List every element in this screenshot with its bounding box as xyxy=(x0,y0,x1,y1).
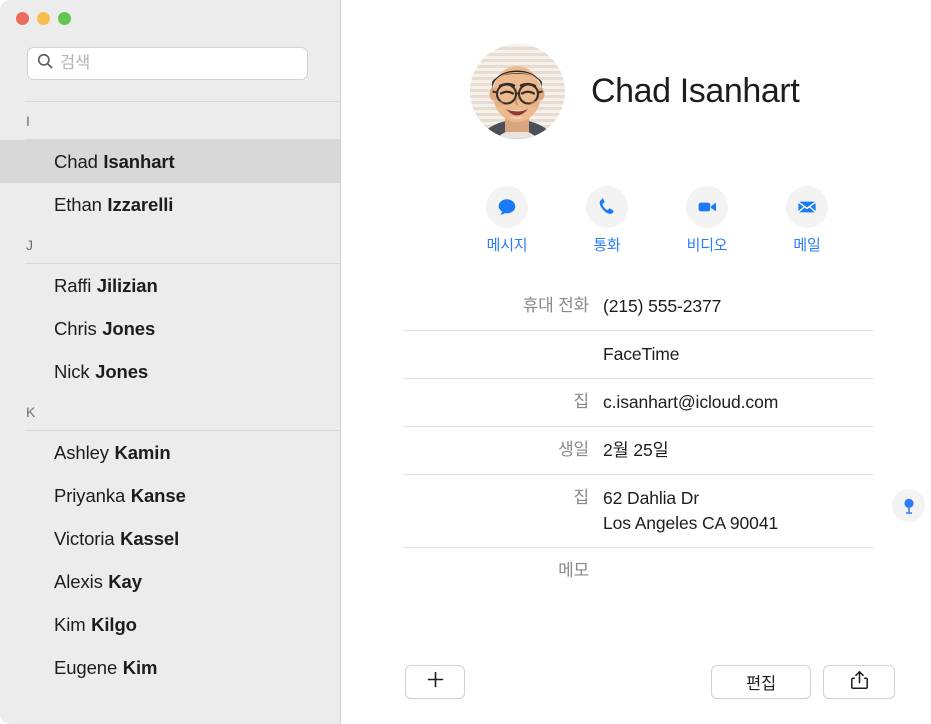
contact-list-item[interactable]: Raffi Jilizian xyxy=(0,264,340,307)
contact-first-name: Priyanka xyxy=(54,484,126,506)
action-label: 비디오 xyxy=(686,237,728,254)
bottom-toolbar: 편집 xyxy=(341,665,931,701)
contact-last-name: Izzarelli xyxy=(107,193,174,215)
avatar[interactable] xyxy=(470,44,565,139)
field-value: (215) 555-2377 xyxy=(603,294,873,319)
contact-list[interactable]: I Chad Isanhart Ethan Izzarelli J Raffi Jilizia… xyxy=(0,102,340,724)
contact-first-name: Kim xyxy=(54,613,86,635)
quick-actions: 메시지 통화 비디오 메일 xyxy=(457,186,857,255)
window-controls xyxy=(16,12,71,25)
field-row[interactable]: FaceTime xyxy=(403,330,873,378)
field-value-line: c.isanhart@icloud.com xyxy=(603,392,779,412)
edit-button-label: 편집 xyxy=(746,675,776,693)
field-value-line: 62 Dahlia Dr xyxy=(603,488,700,508)
minimize-button[interactable] xyxy=(37,12,50,25)
contact-first-name: Ethan xyxy=(54,193,102,215)
contact-first-name: Ashley xyxy=(54,441,109,463)
contact-list-item[interactable]: Chad Isanhart xyxy=(0,140,340,183)
notes-row[interactable]: 메모 xyxy=(403,547,873,594)
contact-card-header: Chad Isanhart xyxy=(470,44,800,139)
plus-icon xyxy=(426,670,445,694)
share-icon xyxy=(850,670,869,695)
envelope-icon xyxy=(786,186,828,228)
contact-list-item[interactable]: Victoria Kassel xyxy=(0,517,340,560)
field-value-line: (215) 555-2377 xyxy=(603,296,722,316)
contact-last-name: Jones xyxy=(95,360,149,382)
contact-last-name: Isanhart xyxy=(103,150,175,172)
search-input[interactable] xyxy=(60,54,298,73)
video-camera-icon xyxy=(686,186,728,228)
action-envelope[interactable]: 메일 xyxy=(757,186,857,255)
action-label: 통화 xyxy=(593,237,621,254)
search-field-wrapper xyxy=(27,47,308,80)
section-letter: I xyxy=(26,113,30,129)
field-value-line: 2월 25일 xyxy=(603,440,669,460)
contact-last-name: Jilizian xyxy=(96,274,158,296)
share-button[interactable] xyxy=(823,665,895,699)
contact-list-item[interactable]: Nick Jones xyxy=(0,350,340,393)
field-value: 62 Dahlia Dr Los Angeles CA 90041 xyxy=(603,486,873,536)
contact-first-name: Victoria xyxy=(54,527,115,549)
field-row[interactable]: 집 62 Dahlia Dr Los Angeles CA 90041 xyxy=(403,474,925,547)
field-value: 2월 25일 xyxy=(603,438,873,463)
section-letter: K xyxy=(26,404,36,420)
contact-fields: 휴대 전화 (215) 555-2377 FaceTime 집 c.isanhart@i… xyxy=(403,283,925,594)
contact-last-name: Kay xyxy=(108,570,142,592)
section-header-k: K xyxy=(0,393,340,431)
section-header-i: I xyxy=(0,102,340,140)
search-icon xyxy=(37,53,53,74)
contact-first-name: Chris xyxy=(54,317,97,339)
field-row[interactable]: 집 c.isanhart@icloud.com xyxy=(403,378,873,426)
contact-first-name: Nick xyxy=(54,360,90,382)
contact-first-name: Chad xyxy=(54,150,98,172)
field-label: 집 xyxy=(573,488,590,507)
notes-label: 메모 xyxy=(558,561,589,580)
section-letter: J xyxy=(26,237,33,253)
add-contact-button[interactable] xyxy=(405,665,465,699)
field-row[interactable]: 생일 2월 25일 xyxy=(403,426,873,474)
action-message-bubble[interactable]: 메시지 xyxy=(457,186,557,255)
action-video-camera[interactable]: 비디오 xyxy=(657,186,757,255)
contact-first-name: Raffi xyxy=(54,274,92,296)
contact-first-name: Eugene xyxy=(54,656,118,678)
contact-list-item[interactable]: Chris Jones xyxy=(0,307,340,350)
contact-last-name: Kanse xyxy=(130,484,186,506)
search-field[interactable] xyxy=(27,47,308,80)
contact-last-name: Kassel xyxy=(120,527,180,549)
contact-photo-icon xyxy=(477,66,557,139)
message-bubble-icon xyxy=(486,186,528,228)
field-row[interactable]: 휴대 전화 (215) 555-2377 xyxy=(403,283,873,330)
map-pin-button[interactable] xyxy=(892,489,925,522)
contact-list-item[interactable]: Eugene Kim xyxy=(0,646,340,689)
field-value-line: Los Angeles CA 90041 xyxy=(603,513,779,533)
zoom-button[interactable] xyxy=(58,12,71,25)
contact-list-item[interactable]: Ethan Izzarelli xyxy=(0,183,340,226)
contact-list-item[interactable]: Kim Kilgo xyxy=(0,603,340,646)
contact-list-item[interactable]: Alexis Kay xyxy=(0,560,340,603)
field-value: FaceTime xyxy=(603,342,873,367)
contact-detail-pane: Chad Isanhart 메시지 통화 비디오 메일 휴대 전화 (215) 555-… xyxy=(341,0,931,724)
contacts-window: IChadIsanhartEthanIzzarelliJRaffiJilizia… xyxy=(0,0,931,724)
contact-name: Chad Isanhart xyxy=(591,72,800,110)
contact-last-name: Jones xyxy=(102,317,156,339)
sidebar: IChadIsanhartEthanIzzarelliJRaffiJilizia… xyxy=(0,0,341,724)
field-value: c.isanhart@icloud.com xyxy=(603,390,873,415)
contact-last-name: Kamin xyxy=(114,441,171,463)
action-label: 메일 xyxy=(793,237,821,254)
phone-icon xyxy=(586,186,628,228)
contact-last-name: Kim xyxy=(122,656,158,678)
action-phone[interactable]: 통화 xyxy=(557,186,657,255)
section-header-j: J xyxy=(0,226,340,264)
contact-first-name: Alexis xyxy=(54,570,103,592)
action-label: 메시지 xyxy=(486,237,528,254)
edit-button[interactable]: 편집 xyxy=(711,665,811,699)
contact-list-item[interactable]: Ashley Kamin xyxy=(0,431,340,474)
field-label: 집 xyxy=(573,392,590,411)
close-button[interactable] xyxy=(16,12,29,25)
field-label: 휴대 전화 xyxy=(522,296,589,315)
field-label: 생일 xyxy=(558,440,589,459)
field-value-line: FaceTime xyxy=(603,344,680,364)
contact-list-item[interactable]: Priyanka Kanse xyxy=(0,474,340,517)
contact-last-name: Kilgo xyxy=(91,613,137,635)
